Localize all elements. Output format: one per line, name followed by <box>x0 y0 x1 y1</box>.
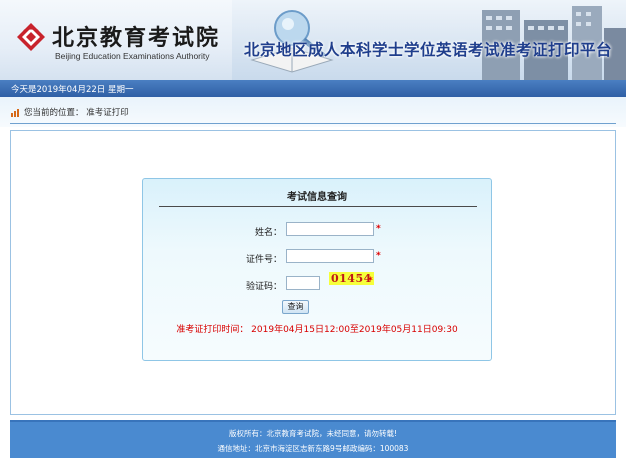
footer-copyright: 版权所有：北京教育考试院，未经同意，请勿转载! <box>228 429 397 438</box>
footer: 版权所有：北京教育考试院，未经同意，请勿转载! 通信地址：北京市海淀区志新东路9… <box>10 420 616 458</box>
breadcrumb: 您当前的位置： 准考证打印 <box>0 97 626 127</box>
breadcrumb-text: 您当前的位置： 准考证打印 <box>24 108 129 118</box>
id-number-input[interactable] <box>286 249 374 263</box>
current-date: 今天是2019年04月22日 星期一 <box>11 85 134 95</box>
panel-divider <box>159 206 477 207</box>
header-banner: 北京教育考试院 Beijing Education Examinations A… <box>0 0 626 80</box>
page-title: 北京地区成人本科学士学位英语考试准考证打印平台 <box>244 41 613 59</box>
captcha-input[interactable] <box>286 276 320 290</box>
panel-title: 考试信息查询 <box>287 192 347 203</box>
id-number-label: 证件号： <box>245 255 282 265</box>
date-bar: 今天是2019年04月22日 星期一 <box>0 80 626 97</box>
id-number-required-mark: * <box>376 251 381 261</box>
name-label: 姓名： <box>254 228 282 238</box>
footer-address: 通信地址：北京市海淀区志新东路9号邮政编码：100083 <box>217 444 409 453</box>
logo-title: 北京教育考试院 <box>52 25 221 51</box>
captcha-required-mark: * <box>368 276 373 286</box>
print-time-notice: 准考证打印时间： 2019年04月15日12:00至2019年05月11日09:… <box>176 325 458 335</box>
logo-icon <box>17 23 45 51</box>
query-button[interactable]: 查询 <box>282 300 309 314</box>
name-input[interactable] <box>286 222 374 236</box>
breadcrumb-divider <box>10 123 616 124</box>
page: 北京教育考试院 Beijing Education Examinations A… <box>0 0 626 461</box>
name-required-mark: * <box>376 224 381 234</box>
logo-subtitle: Beijing Education Examinations Authority <box>55 51 210 61</box>
captcha-label: 验证码： <box>245 282 282 292</box>
location-icon <box>11 109 19 117</box>
